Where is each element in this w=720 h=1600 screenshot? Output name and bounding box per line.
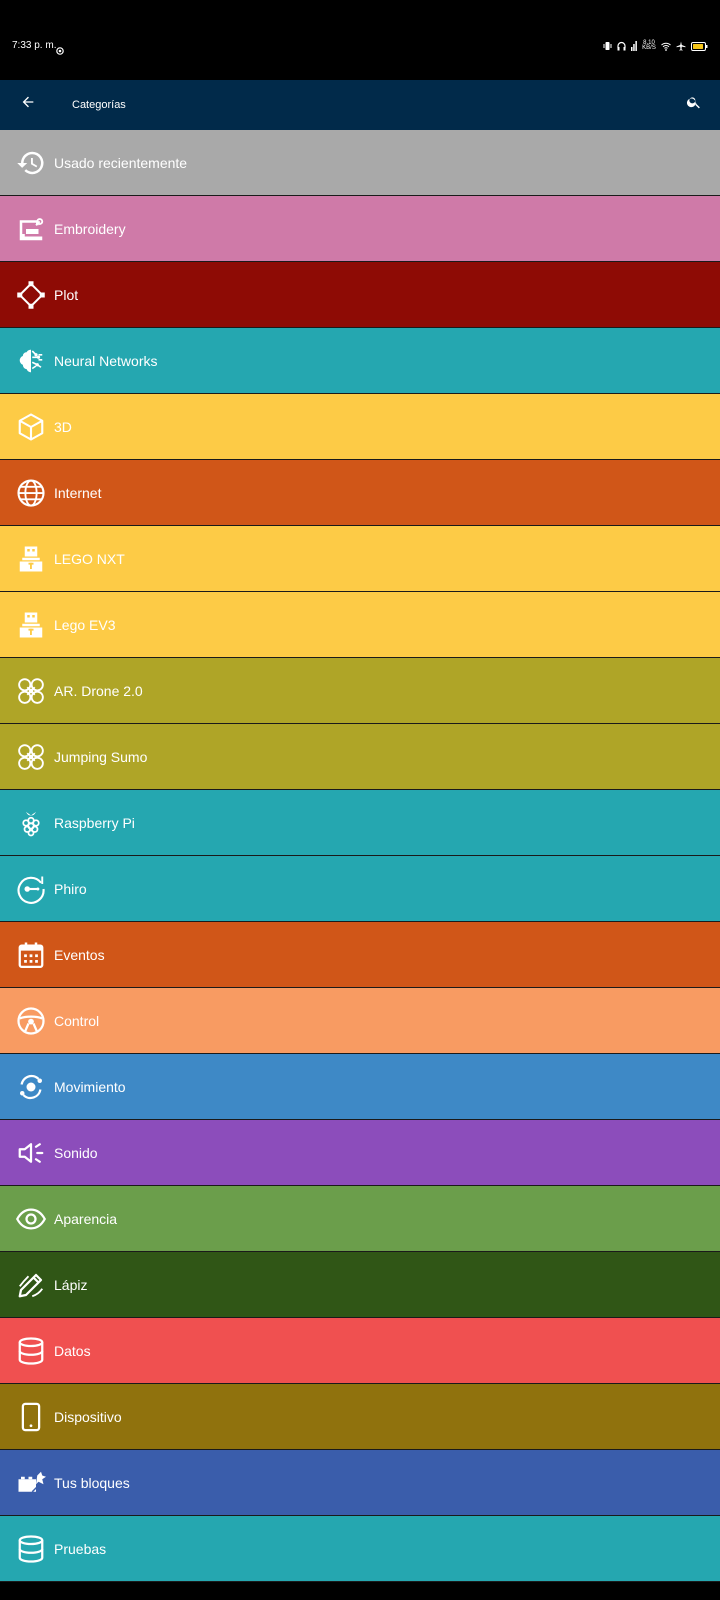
category-label: Dispositivo — [54, 1408, 122, 1425]
category-label: Lego EV3 — [54, 616, 116, 633]
category-row[interactable]: Eventos — [0, 922, 720, 988]
category-label: Movimiento — [54, 1078, 126, 1095]
category-row[interactable]: Lápiz — [0, 1252, 720, 1318]
headphones-icon — [617, 41, 626, 51]
category-label: Raspberry Pi — [54, 814, 135, 831]
category-label: Phiro — [54, 880, 87, 897]
category-label: Plot — [54, 286, 79, 303]
category-row[interactable]: Plot — [0, 262, 720, 328]
category-row[interactable]: Pruebas — [0, 1516, 720, 1582]
drone-icon — [16, 676, 46, 706]
phiro-icon — [16, 874, 46, 904]
app-bar: Categorías — [0, 80, 720, 130]
category-label: Tus bloques — [54, 1474, 130, 1491]
database-icon — [16, 1336, 46, 1366]
vibrate-icon — [603, 41, 612, 51]
motion-icon — [16, 1072, 46, 1102]
category-row[interactable]: Aparencia — [0, 1186, 720, 1252]
category-row[interactable]: Control — [0, 988, 720, 1054]
category-row[interactable]: Sonido — [0, 1120, 720, 1186]
category-row[interactable]: Movimiento — [0, 1054, 720, 1120]
category-row[interactable]: LEGO NXT — [0, 526, 720, 592]
robot-brick-icon — [16, 544, 46, 574]
category-row[interactable]: Internet — [0, 460, 720, 526]
category-row[interactable]: Jumping Sumo — [0, 724, 720, 790]
signal-icon — [631, 41, 637, 51]
airplane-mode-icon — [676, 41, 686, 51]
calendar-icon — [16, 940, 46, 970]
robot-brick-icon — [16, 610, 46, 640]
category-label: AR. Drone 2.0 — [54, 682, 143, 699]
category-label: Internet — [54, 484, 102, 501]
category-label: 3D — [54, 418, 72, 435]
sewing-machine-icon — [16, 214, 46, 244]
category-label: LEGO NXT — [54, 550, 125, 567]
category-label: Sonido — [54, 1144, 98, 1161]
arrow-left-icon — [22, 96, 34, 108]
category-label: Neural Networks — [54, 352, 158, 369]
cube-icon — [16, 412, 46, 442]
category-label: Eventos — [54, 946, 105, 963]
category-row[interactable]: Neural Networks — [0, 328, 720, 394]
status-bar: 7:33 p. m. 8.10 KB/S — [0, 0, 720, 80]
status-time: 7:33 p. m. — [12, 40, 57, 51]
category-label: Usado recientemente — [54, 154, 188, 171]
category-row[interactable]: Phiro — [0, 856, 720, 922]
pen-icon — [16, 1270, 46, 1300]
database-icon — [16, 1534, 46, 1564]
category-row[interactable]: AR. Drone 2.0 — [0, 658, 720, 724]
category-label: Embroidery — [54, 220, 126, 237]
history-icon — [16, 148, 46, 178]
category-label: Control — [54, 1012, 100, 1029]
category-label: Pruebas — [54, 1540, 107, 1557]
phone-device-icon — [16, 1402, 46, 1432]
category-label: Datos — [54, 1342, 91, 1359]
category-row[interactable]: 3D — [0, 394, 720, 460]
brain-icon — [16, 346, 46, 376]
raspberry-icon — [16, 808, 46, 838]
back-button[interactable] — [14, 88, 42, 116]
globe-icon — [16, 478, 46, 508]
category-row[interactable]: Tus bloques — [0, 1450, 720, 1516]
speaker-icon — [16, 1138, 46, 1168]
category-label: Jumping Sumo — [54, 748, 148, 765]
status-icons: 8.10 KB/S — [603, 40, 708, 52]
category-row[interactable]: Embroidery — [0, 196, 720, 262]
category-label: Lápiz — [54, 1276, 88, 1293]
drone-icon — [16, 742, 46, 772]
category-row[interactable]: Dispositivo — [0, 1384, 720, 1450]
bricks-icon — [16, 1468, 46, 1498]
search-button[interactable] — [680, 88, 708, 116]
search-icon — [686, 97, 700, 109]
category-list: Usado recientemente Embroidery Plot Neural … — [0, 130, 720, 1600]
category-row[interactable]: Usado recientemente — [0, 130, 720, 196]
category-row[interactable]: Lego EV3 — [0, 592, 720, 658]
eye-icon — [16, 1204, 46, 1234]
page-title: Categorías — [72, 99, 126, 111]
notification-dot-icon — [56, 42, 64, 55]
category-label: Aparencia — [54, 1210, 118, 1227]
category-row[interactable]: Raspberry Pi — [0, 790, 720, 856]
network-speed: 8.10 KB/S — [642, 40, 656, 51]
wifi-icon — [661, 42, 671, 51]
vector-nodes-icon — [16, 280, 46, 310]
category-row[interactable]: Datos — [0, 1318, 720, 1384]
battery-icon — [691, 41, 708, 51]
steering-wheel-icon — [16, 1006, 46, 1036]
